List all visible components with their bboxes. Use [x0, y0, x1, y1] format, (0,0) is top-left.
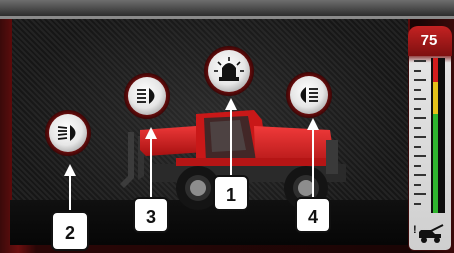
- callout-4-label: 4: [308, 207, 318, 227]
- gauge-value: 75: [420, 32, 438, 49]
- gauge-tick: [414, 60, 426, 62]
- front-work-light-button[interactable]: [124, 73, 170, 119]
- gauge-tick: [414, 174, 426, 176]
- gauge-tick: [414, 126, 421, 129]
- callout-2-label: 2: [65, 223, 75, 243]
- callout-4: 4: [295, 197, 331, 233]
- callout-1-label: 1: [226, 185, 236, 205]
- beacon-button[interactable]: [204, 46, 254, 96]
- gauge-tick: [414, 98, 426, 100]
- gauge-tick: [414, 69, 421, 72]
- gauge-tick: [414, 145, 421, 148]
- gauge-tick: [414, 107, 421, 110]
- side-work-light-button[interactable]: [286, 72, 332, 118]
- gauge-tick: [414, 88, 421, 91]
- gauge-tick: [414, 183, 421, 186]
- gauge-yellow-zone: [433, 82, 438, 114]
- gauge-red-zone: [433, 58, 438, 82]
- callout-3-label: 3: [146, 207, 156, 227]
- callout-3: 3: [133, 197, 169, 233]
- callout-1: 1: [213, 175, 249, 211]
- gauge-tick: [414, 202, 421, 205]
- gauge-scale: [412, 60, 430, 212]
- callout-2: 2: [51, 211, 89, 251]
- gauge-green-zone: [433, 114, 438, 213]
- gauge-tick: [414, 193, 426, 195]
- gauge-tick: [414, 79, 426, 81]
- gauge-tick: [414, 155, 426, 157]
- gauge-tick: [414, 136, 426, 138]
- machine-scene: 1 2 3 4: [45, 46, 346, 251]
- gauge-tick: [414, 117, 426, 119]
- machine-stability-icon: [419, 224, 444, 243]
- gauge-tick: [414, 164, 421, 167]
- rear-work-light-button[interactable]: [45, 110, 91, 156]
